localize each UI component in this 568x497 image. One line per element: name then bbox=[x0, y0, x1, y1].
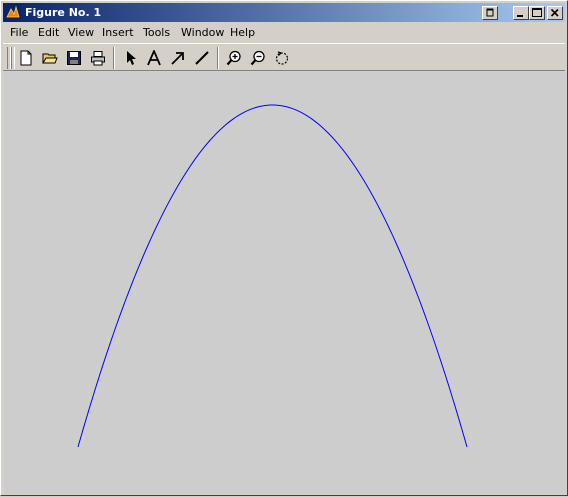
minimize-icon bbox=[517, 15, 523, 17]
save-button[interactable] bbox=[64, 48, 84, 68]
insert-arrow-button[interactable] bbox=[168, 48, 188, 68]
print-button[interactable] bbox=[88, 48, 108, 68]
arrow-pointer-icon bbox=[127, 51, 136, 65]
window-title: Figure No. 1 bbox=[25, 6, 102, 19]
new-figure-button[interactable] bbox=[16, 48, 36, 68]
text-a-icon bbox=[147, 50, 161, 66]
floppy-disk-icon bbox=[67, 51, 81, 65]
toolbar-separator-2 bbox=[217, 47, 219, 69]
plot-svg[interactable] bbox=[4, 72, 566, 494]
menu-bar: File Edit View Insert Tools Window Help bbox=[3, 23, 565, 42]
diagonal-arrow-icon bbox=[171, 52, 184, 65]
printer-icon bbox=[91, 51, 105, 66]
toolbar-separator bbox=[113, 47, 115, 69]
zoom-in-icon bbox=[226, 50, 241, 66]
maximize-icon bbox=[532, 8, 542, 17]
matlab-icon bbox=[5, 4, 21, 20]
title-bar[interactable]: Figure No. 1 bbox=[3, 3, 565, 22]
figure-window: Figure No. 1 File Edit View Insert Tools… bbox=[0, 0, 568, 496]
maximize-button[interactable] bbox=[529, 6, 545, 20]
figure-canvas[interactable] bbox=[4, 72, 566, 494]
menu-file[interactable]: File bbox=[10, 26, 28, 39]
open-folder-icon bbox=[42, 53, 58, 64]
open-file-button[interactable] bbox=[40, 48, 60, 68]
rotate-icon bbox=[275, 51, 289, 65]
edit-plot-button[interactable] bbox=[120, 48, 140, 68]
close-button[interactable] bbox=[547, 6, 563, 20]
menu-help[interactable]: Help bbox=[230, 26, 255, 39]
diagonal-line-icon bbox=[195, 51, 209, 65]
close-icon bbox=[550, 8, 559, 17]
menu-insert[interactable]: Insert bbox=[102, 26, 134, 39]
menu-view[interactable]: View bbox=[68, 26, 94, 39]
toolbar-grip-2[interactable] bbox=[11, 47, 15, 69]
menu-edit[interactable]: Edit bbox=[38, 26, 59, 39]
zoom-out-icon bbox=[250, 50, 265, 66]
zoom-in-button[interactable] bbox=[224, 48, 244, 68]
insert-text-button[interactable] bbox=[144, 48, 164, 68]
new-document-icon bbox=[20, 50, 32, 66]
restore-box-icon bbox=[486, 8, 494, 17]
toolbar bbox=[3, 43, 565, 71]
rotate-3d-button[interactable] bbox=[272, 48, 292, 68]
insert-line-button[interactable] bbox=[192, 48, 212, 68]
menu-tools[interactable]: Tools bbox=[143, 26, 170, 39]
minimize-button[interactable] bbox=[513, 6, 529, 20]
window-extra-button[interactable] bbox=[482, 6, 498, 20]
menu-window[interactable]: Window bbox=[181, 26, 224, 39]
zoom-out-button[interactable] bbox=[248, 48, 268, 68]
parabola-curve bbox=[77, 104, 468, 448]
